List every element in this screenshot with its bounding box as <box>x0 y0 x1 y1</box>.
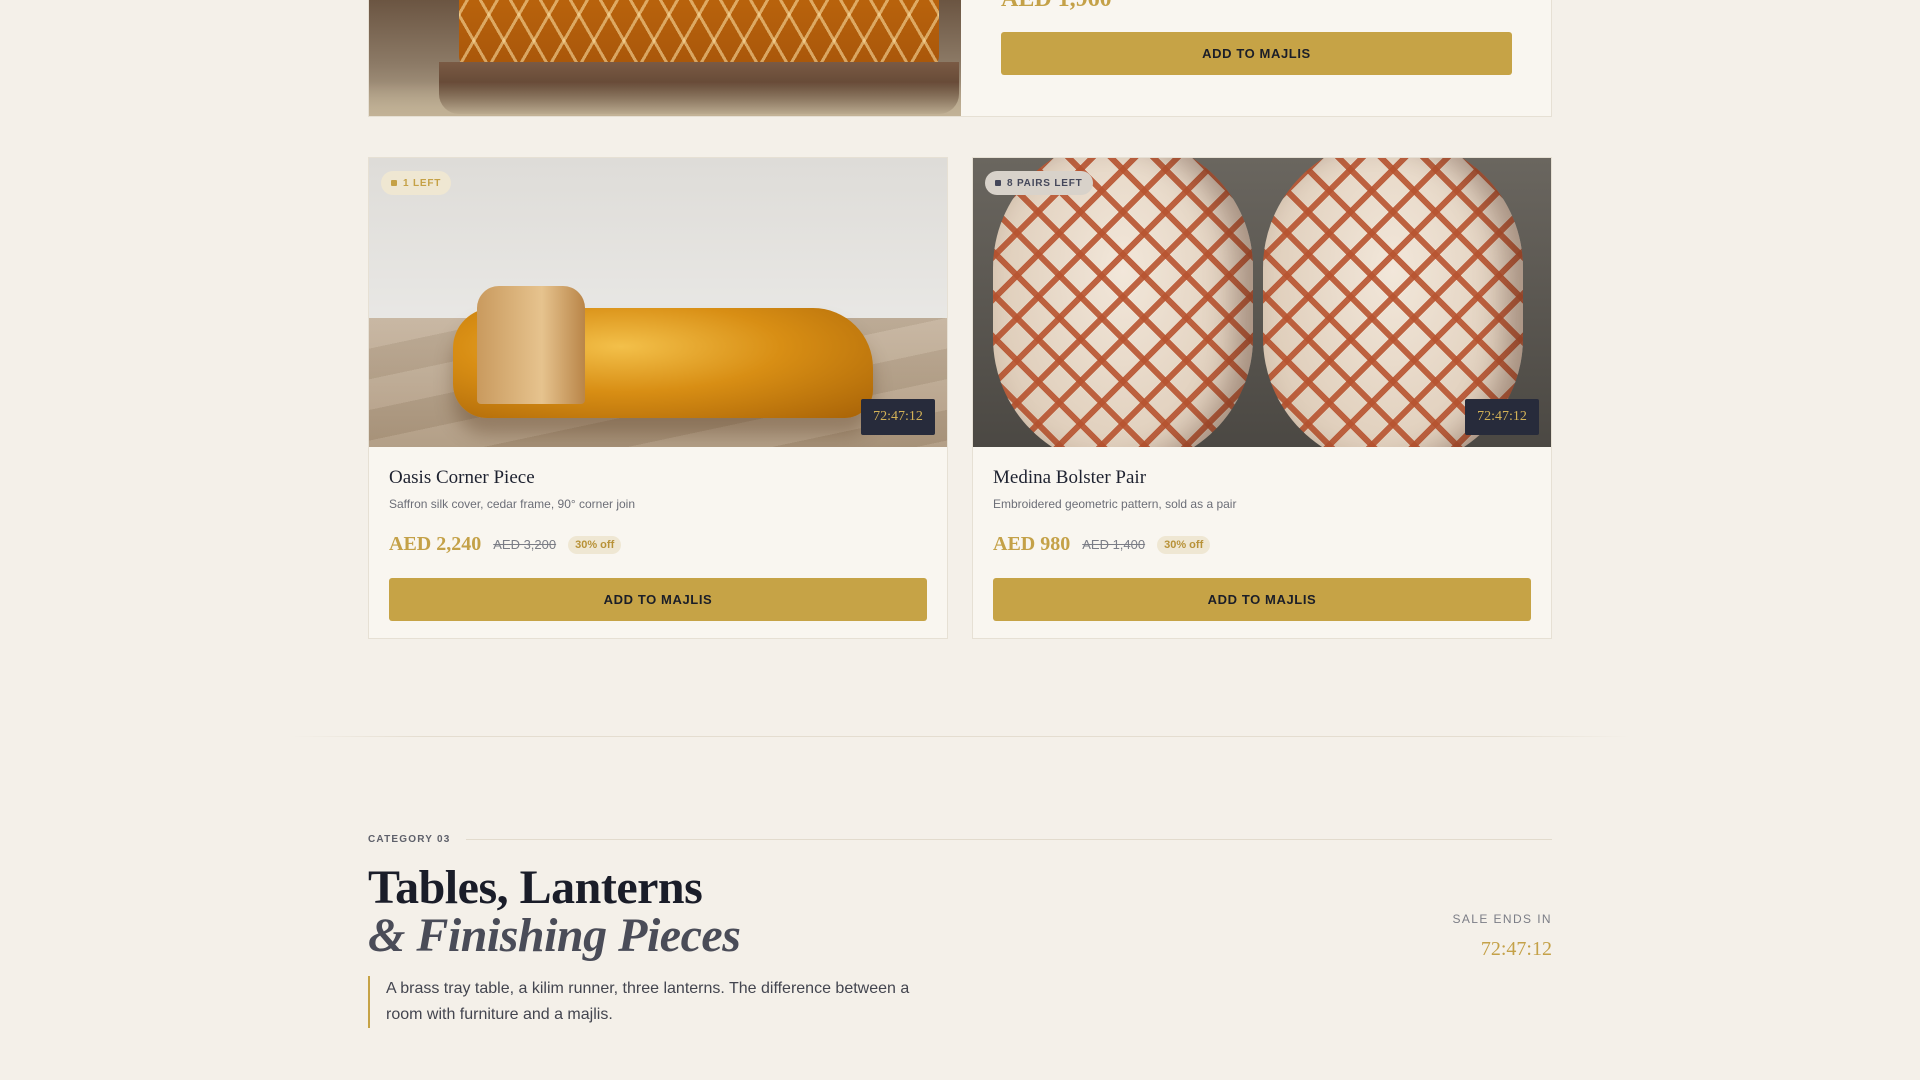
add-to-majlis-button[interactable]: ADD TO MAJLIS <box>1001 32 1512 75</box>
product-card: 8 PAIRS LEFT 72:47:12 Medina Bolster Pai… <box>972 157 1552 639</box>
category-header: CATEGORY 03 <box>368 834 1552 845</box>
product-card-partial: AED 1,960 ADD TO MAJLIS <box>368 0 1552 117</box>
product-description: Saffron silk cover, cedar frame, 90° cor… <box>389 497 636 511</box>
section-title: Tables, Lanterns & Finishing Pieces <box>368 861 741 962</box>
stock-dot-icon <box>995 180 1001 186</box>
section-divider <box>290 736 1630 737</box>
product-title[interactable]: Oasis Corner Piece <box>389 467 927 489</box>
product-image[interactable]: 8 PAIRS LEFT 72:47:12 <box>973 158 1551 447</box>
countdown-timer: 72:47:12 <box>861 399 935 435</box>
sale-ends-label: SALE ENDS IN <box>1452 912 1552 926</box>
price-current: AED 2,240 <box>389 533 482 555</box>
category-rule <box>466 839 1552 840</box>
product-card: 1 LEFT 72:47:12 Oasis Corner Piece Saffr… <box>368 157 948 639</box>
stock-badge-label: 8 PAIRS LEFT <box>1007 177 1083 189</box>
product-title[interactable]: Medina Bolster Pair <box>993 467 1531 489</box>
product-info: AED 1,960 ADD TO MAJLIS <box>961 0 1551 116</box>
price-current: AED 1,960 <box>1001 0 1112 13</box>
section-description: A brass tray table, a kilim runner, thre… <box>368 976 928 1028</box>
add-to-majlis-button[interactable]: ADD TO MAJLIS <box>993 578 1531 621</box>
discount-badge: 30% off <box>1157 535 1211 554</box>
stock-badge: 8 PAIRS LEFT <box>985 171 1093 195</box>
stock-badge-label: 1 LEFT <box>403 177 442 189</box>
frame-graphic <box>477 286 585 404</box>
product-image <box>369 0 961 116</box>
sale-ends-timer: 72:47:12 <box>1480 938 1552 960</box>
add-to-majlis-button[interactable]: ADD TO MAJLIS <box>389 578 927 621</box>
countdown-timer: 72:47:12 <box>1465 399 1539 435</box>
linen-graphic <box>369 82 961 116</box>
bolster-graphic <box>993 158 1253 447</box>
discount-badge: 30% off <box>568 535 622 554</box>
product-description: Embroidered geometric pattern, sold as a… <box>993 497 1237 511</box>
price-original: AED 3,200 <box>493 537 557 552</box>
price-original: AED 1,400 <box>1082 537 1146 552</box>
stock-badge: 1 LEFT <box>381 171 452 195</box>
price-current: AED 980 <box>993 533 1071 555</box>
product-image[interactable]: 1 LEFT 72:47:12 <box>369 158 947 447</box>
section-title-line2: & Finishing Pieces <box>368 909 741 962</box>
price-row: AED 980 AED 1,400 30% off <box>993 533 1531 556</box>
cushion-graphic <box>459 0 939 70</box>
section-title-line1: Tables, Lanterns <box>368 861 703 914</box>
stock-dot-icon <box>391 180 397 186</box>
price-row: AED 2,240 AED 3,200 30% off <box>389 533 927 556</box>
category-label: CATEGORY 03 <box>368 834 451 845</box>
sale-countdown: SALE ENDS IN 72:47:12 <box>1453 912 1553 961</box>
